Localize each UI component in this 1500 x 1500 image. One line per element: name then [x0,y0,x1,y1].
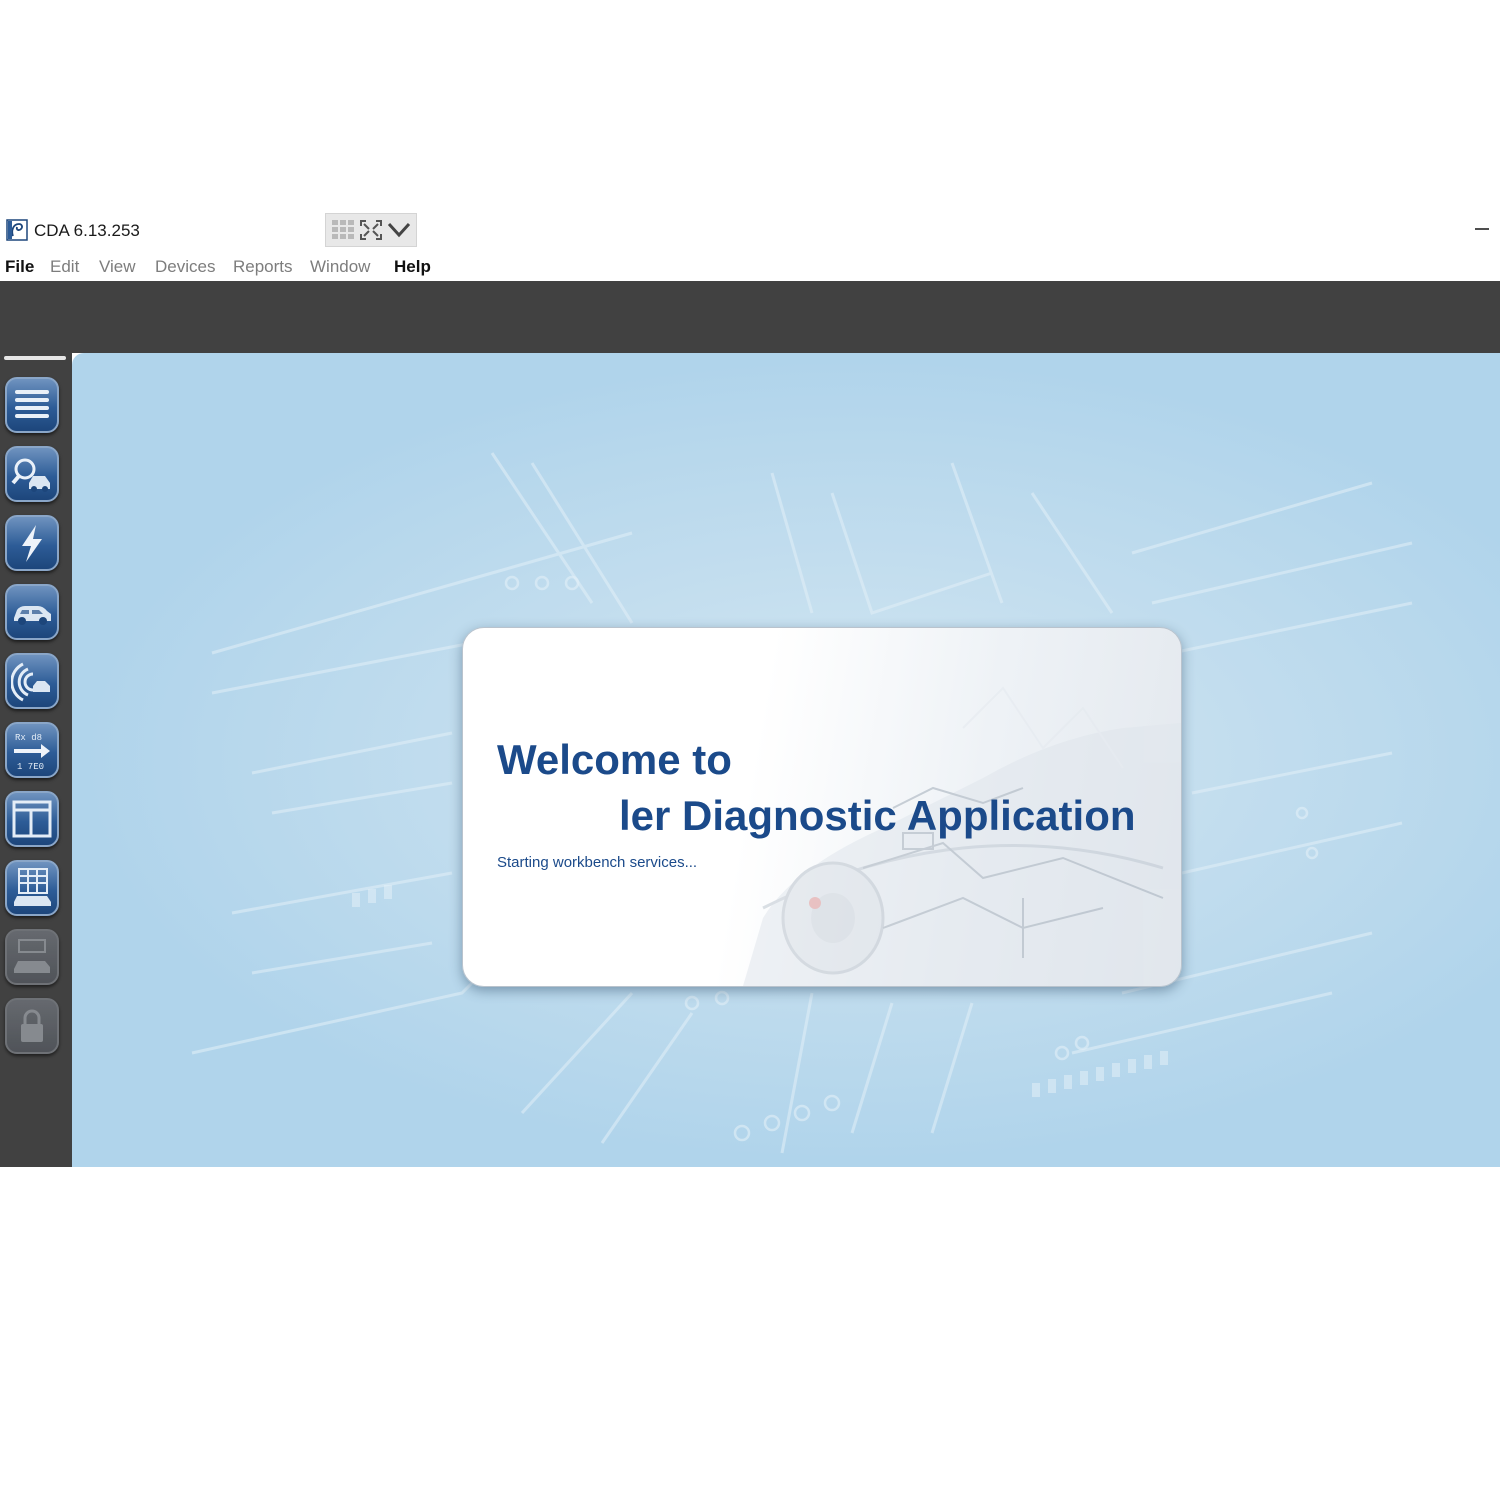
sidebar-button-car-disabled [5,929,59,985]
menu-reports[interactable]: Reports [233,257,293,277]
rx-label: Rx d8 [15,733,42,743]
sidebar-button-vehicle[interactable] [5,584,59,640]
fit-screen-icon[interactable] [358,218,384,242]
menu-window[interactable]: Window [310,257,370,277]
sidebar-button-car-table[interactable] [5,860,59,916]
menu-icon [15,390,49,418]
application-window: CDA 6.13.253 File Edit View Devices Repo… [0,205,1500,1167]
sidebar: Rx d8 1 7E0 [0,353,72,1167]
grid-icon[interactable] [330,218,356,242]
welcome-title-line2: ler Diagnostic Application [619,792,1136,839]
car-disabled-icon [14,939,50,973]
sidebar-divider [4,356,66,360]
layout-icon [12,800,52,838]
tx-label: 1 7E0 [17,762,44,772]
rx-tx-icon: Rx d8 1 7E0 [14,733,50,772]
sidebar-button-menu[interactable] [5,377,59,433]
minimize-icon[interactable] [1466,215,1496,243]
vehicle-search-icon [11,458,50,492]
menu-file[interactable]: File [5,257,34,277]
window-title: CDA 6.13.253 [34,221,140,240]
menu-bar: File Edit View Devices Reports Window He… [0,253,1500,281]
sidebar-button-signal[interactable] [5,653,59,709]
startup-status-text: Starting workbench services... [497,854,698,871]
menu-view[interactable]: View [99,257,136,277]
menu-edit[interactable]: Edit [50,257,79,277]
car-icon [14,606,51,625]
toolbar-area [0,281,1500,353]
car-table-icon [14,868,51,906]
app-logo-icon [6,219,28,241]
menu-devices[interactable]: Devices [155,257,215,277]
title-bar: CDA 6.13.253 [0,205,1500,253]
sidebar-button-lock [5,998,59,1054]
workspace: Welcome to ler Diagnostic Application St… [72,353,1500,1167]
menu-help[interactable]: Help [394,257,431,277]
sidebar-button-vehicle-search[interactable] [5,446,59,502]
welcome-title-line1: Welcome to [497,736,732,783]
sidebar-button-layout[interactable] [5,791,59,847]
sidebar-button-rx-tx[interactable]: Rx d8 1 7E0 [5,722,59,778]
quick-access-toolbar [325,213,417,247]
signal-car-icon [11,662,50,702]
chevron-down-icon[interactable] [386,218,412,242]
sidebar-button-flash[interactable] [5,515,59,571]
lock-icon [21,1009,43,1042]
lightning-icon [22,525,42,562]
splash-dialog: Welcome to ler Diagnostic Application St… [462,627,1182,987]
